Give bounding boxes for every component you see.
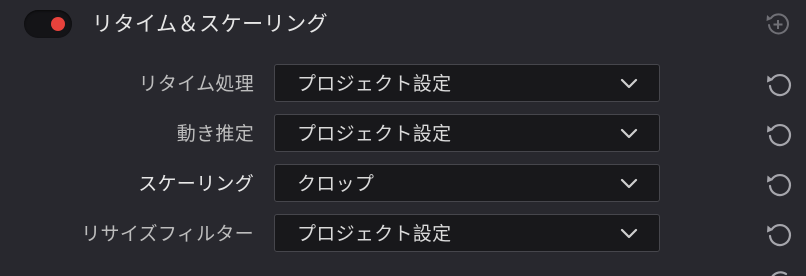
setting-dropdown[interactable]: プロジェクト設定 xyxy=(274,214,660,252)
setting-row-resize-filter: リサイズフィルター プロジェクト設定 xyxy=(0,214,806,254)
reset-icon[interactable] xyxy=(764,266,794,276)
chevron-down-icon xyxy=(620,128,638,139)
chevron-down-icon xyxy=(620,78,638,89)
setting-row-motion-estimation: 動き推定 プロジェクト設定 xyxy=(0,114,806,154)
setting-row-scaling: スケーリング クロップ xyxy=(0,164,806,204)
chevron-down-icon xyxy=(620,178,638,189)
section-title: リタイム＆スケーリング xyxy=(92,12,329,36)
dropdown-value: クロップ xyxy=(297,173,375,195)
section-header: リタイム＆スケーリング xyxy=(0,0,806,50)
setting-dropdown[interactable]: クロップ xyxy=(274,164,660,202)
circle-plus-reset-icon[interactable] xyxy=(764,10,792,38)
reset-icon[interactable] xyxy=(764,70,794,100)
reset-icon[interactable] xyxy=(764,120,794,150)
setting-dropdown[interactable]: プロジェクト設定 xyxy=(274,114,660,152)
reset-icon[interactable] xyxy=(764,220,794,250)
chevron-down-icon xyxy=(620,228,638,239)
setting-dropdown[interactable]: プロジェクト設定 xyxy=(274,64,660,102)
retime-scaling-panel: リタイム＆スケーリング リタイム処理 プロジェクト設定 動き推定 プロジェクト設… xyxy=(0,0,806,276)
setting-label: スケーリング xyxy=(138,173,254,195)
setting-label: リタイム処理 xyxy=(138,73,254,95)
setting-label: 動き推定 xyxy=(176,123,254,145)
dropdown-value: プロジェクト設定 xyxy=(297,123,452,145)
dropdown-value: プロジェクト設定 xyxy=(297,73,452,95)
dropdown-value: プロジェクト設定 xyxy=(297,223,452,245)
reset-icon[interactable] xyxy=(764,170,794,200)
setting-row-retime-process: リタイム処理 プロジェクト設定 xyxy=(0,64,806,104)
section-enable-toggle[interactable] xyxy=(24,10,72,38)
toggle-indicator xyxy=(51,17,65,31)
setting-label: リサイズフィルター xyxy=(81,223,254,245)
